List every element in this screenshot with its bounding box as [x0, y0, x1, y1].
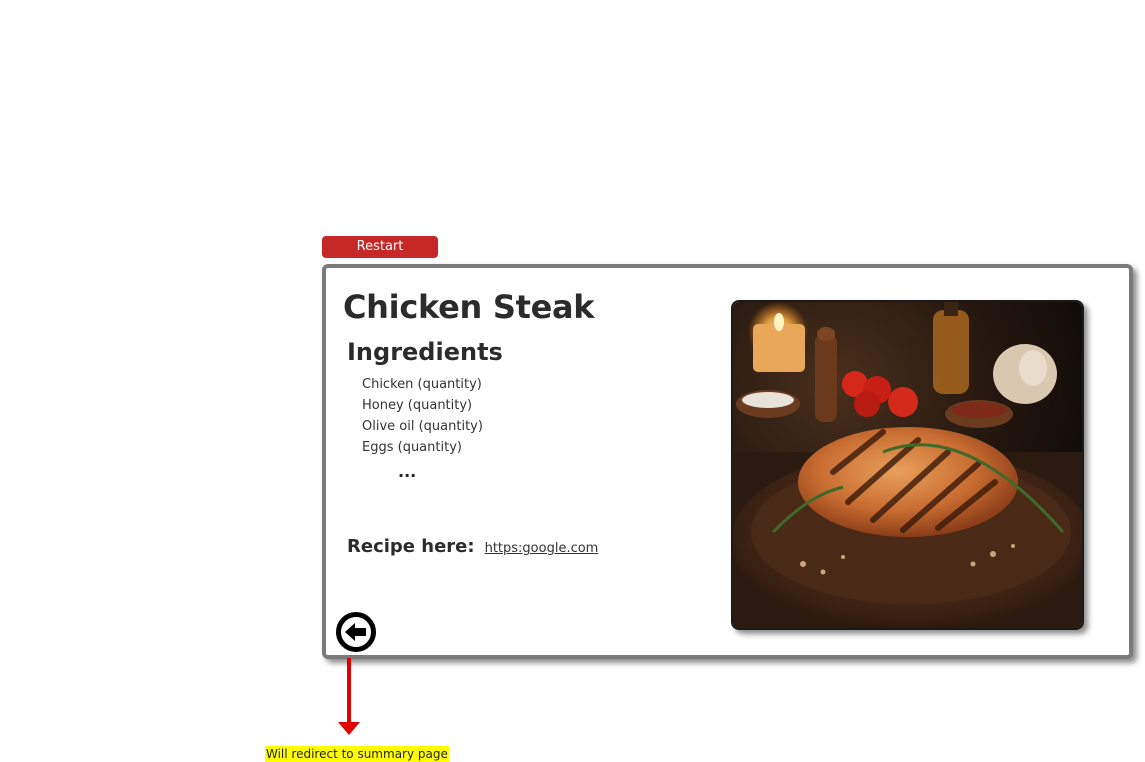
ingredients-heading: Ingredients: [347, 338, 503, 366]
annotation-note: Will redirect to summary page: [265, 746, 449, 762]
ingredient-item: Eggs (quantity): [362, 440, 462, 455]
page: Restart Chicken Steak Ingredients Chicke…: [0, 0, 1145, 762]
more-ingredients-indicator: ...: [398, 462, 417, 481]
recipe-label: Recipe here:: [347, 536, 475, 557]
recipe-image: [731, 300, 1084, 630]
ingredient-list: Chicken (quantity) Honey (quantity) Oliv…: [362, 374, 483, 458]
recipe-link-row: Recipe here: https:google.com: [347, 536, 598, 557]
annotation-arrow: [338, 658, 360, 735]
recipe-link[interactable]: https:google.com: [485, 541, 599, 556]
ingredient-item: Honey (quantity): [362, 398, 473, 413]
ingredient-item: Olive oil (quantity): [362, 419, 483, 434]
restart-button[interactable]: Restart: [322, 236, 438, 258]
arrow-left-circle-icon: [336, 612, 376, 652]
chicken-steak-photo: [733, 302, 1082, 628]
back-button[interactable]: [335, 611, 377, 653]
recipe-title: Chicken Steak: [343, 288, 595, 326]
recipe-card: Chicken Steak Ingredients Chicken (quant…: [322, 264, 1133, 659]
ingredient-item: Chicken (quantity): [362, 377, 482, 392]
